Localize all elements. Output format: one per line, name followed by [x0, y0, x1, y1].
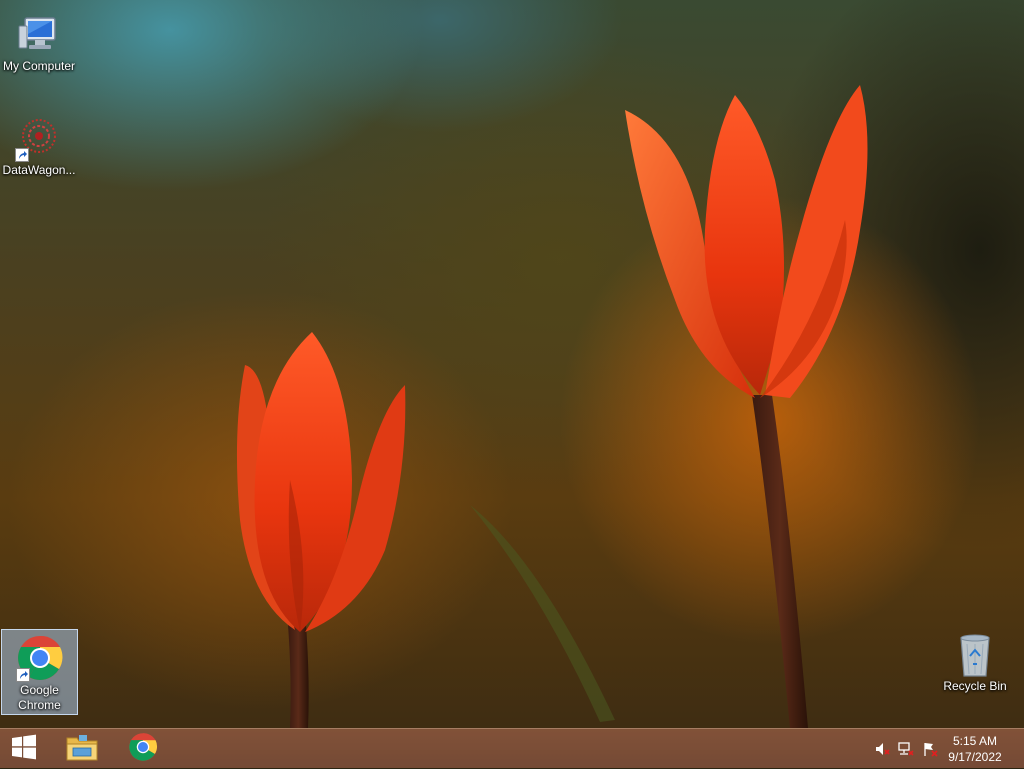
desktop-icon-my-computer[interactable]: My Computer [0, 6, 78, 74]
chrome-icon [128, 732, 158, 767]
desktop-icon-label: Recycle Bin [943, 679, 1007, 693]
desktop-icon-label: DataWagon... [2, 163, 76, 177]
datawagon-icon [15, 114, 63, 162]
tulip-wallpaper-image [236, 85, 868, 728]
desktop-icon-google-chrome[interactable]: Google Chrome [1, 629, 78, 715]
action-center-flag-icon[interactable] [922, 741, 938, 757]
start-button[interactable] [0, 729, 48, 769]
taskbar-clock[interactable]: 5:15 AM 9/17/2022 [940, 733, 1010, 765]
windows-logo-icon [11, 734, 37, 765]
clock-date: 9/17/2022 [948, 750, 1002, 764]
clock-time: 5:15 AM [952, 734, 998, 748]
taskbar-chrome-button[interactable] [115, 729, 171, 769]
taskbar-file-explorer-button[interactable] [54, 729, 110, 769]
folder-icon [65, 732, 99, 767]
taskbar: 5:15 AM 9/17/2022 [0, 728, 1024, 768]
desktop-icon-label: Google Chrome [18, 683, 61, 712]
speaker-muted-icon[interactable] [874, 741, 890, 757]
desktop-icon-datawagon[interactable]: DataWagon... [0, 110, 78, 178]
network-icon[interactable] [898, 741, 914, 757]
desktop-wallpaper [0, 0, 1024, 768]
shortcut-arrow-icon [15, 148, 29, 162]
computer-icon [15, 10, 63, 58]
recycle-bin-icon [951, 630, 999, 678]
shortcut-arrow-icon [15, 668, 30, 682]
chrome-icon [15, 634, 64, 682]
desktop-icon-label: My Computer [2, 59, 76, 73]
desktop-icon-recycle-bin[interactable]: Recycle Bin [936, 626, 1014, 694]
system-tray [870, 729, 942, 769]
